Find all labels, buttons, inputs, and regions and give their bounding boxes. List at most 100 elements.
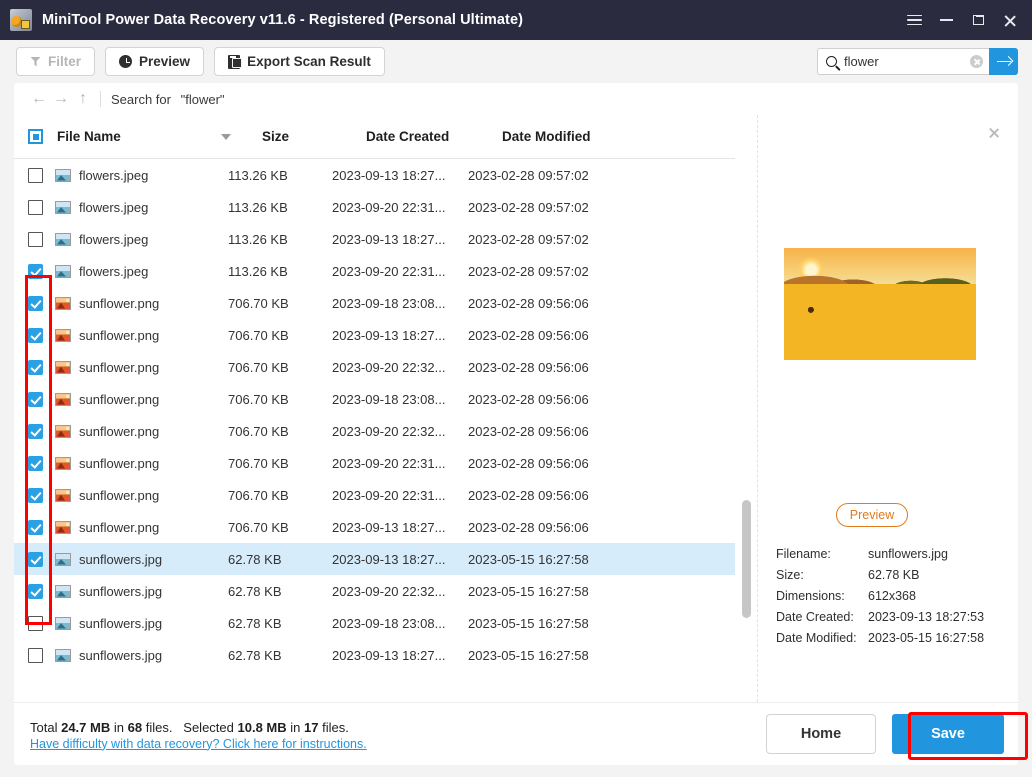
- cell-date-modified: 2023-02-28 09:56:06: [468, 423, 589, 439]
- table-row[interactable]: flowers.jpeg 113.26 KB 2023-09-20 22:31...…: [14, 191, 735, 223]
- file-list-scrollbar[interactable]: [742, 115, 751, 702]
- table-row[interactable]: sunflower.png 706.70 KB 2023-09-20 22:32..…: [14, 415, 735, 447]
- column-header-date-modified[interactable]: Date Modified: [502, 129, 662, 144]
- filter-button-label: Filter: [48, 54, 82, 69]
- filter-button[interactable]: Filter: [16, 47, 96, 76]
- file-type-icon: [55, 392, 71, 406]
- row-checkbox[interactable]: [28, 423, 43, 439]
- table-row[interactable]: sunflower.png 706.70 KB 2023-09-20 22:31..…: [14, 447, 735, 479]
- preview-field: Size: 62.78 KB: [776, 564, 984, 585]
- cell-date-modified: 2023-05-15 16:27:58: [468, 615, 589, 631]
- column-header-date-created[interactable]: Date Created: [366, 129, 502, 144]
- row-checkbox[interactable]: [28, 519, 43, 535]
- row-checkbox[interactable]: [28, 359, 43, 375]
- select-all-checkbox[interactable]: [28, 129, 43, 144]
- export-icon: [228, 54, 243, 69]
- row-checkbox[interactable]: [28, 295, 43, 311]
- preview-image: [784, 248, 976, 360]
- cell-date-created: 2023-09-13 18:27...: [332, 647, 446, 663]
- row-checkbox[interactable]: [28, 455, 43, 471]
- export-scan-result-button[interactable]: Export Scan Result: [214, 47, 385, 76]
- cell-date-modified: 2023-02-28 09:56:06: [468, 455, 589, 471]
- navigation-bar: ← → ↑ Search for "flower": [14, 83, 1018, 115]
- table-row[interactable]: sunflower.png 706.70 KB 2023-09-13 18:27..…: [14, 511, 735, 543]
- table-row[interactable]: sunflowers.jpg 62.78 KB 2023-09-20 22:32..…: [14, 575, 735, 607]
- table-row[interactable]: flowers.jpeg 113.26 KB 2023-09-13 18:27...…: [14, 223, 735, 255]
- cell-date-created: 2023-09-20 22:32...: [332, 423, 446, 439]
- cell-date-modified: 2023-02-28 09:57:02: [468, 231, 589, 247]
- table-row[interactable]: sunflowers.jpg 62.78 KB 2023-09-13 18:27..…: [14, 543, 735, 575]
- back-button[interactable]: ←: [28, 88, 50, 110]
- preview-button[interactable]: Preview: [105, 47, 205, 76]
- column-header-size[interactable]: Size: [262, 129, 366, 144]
- minitool-logo-icon: [10, 9, 32, 31]
- search-box[interactable]: [817, 48, 989, 75]
- file-type-icon: [55, 168, 71, 182]
- table-row[interactable]: sunflower.png 706.70 KB 2023-09-18 23:08..…: [14, 287, 735, 319]
- filter-icon: [30, 56, 41, 67]
- table-row[interactable]: sunflowers.jpg 62.78 KB 2023-09-13 18:27..…: [14, 639, 735, 671]
- main-content: File Name Size Date Created Date Modifie…: [14, 115, 1018, 702]
- preview-field-key: Dimensions:: [776, 588, 845, 603]
- cell-size: 113.26 KB: [228, 263, 288, 279]
- selected-count: 17: [304, 719, 319, 735]
- table-row[interactable]: flowers.jpeg 113.26 KB 2023-09-20 22:31...…: [14, 255, 735, 287]
- table-row[interactable]: flowers.jpeg 113.26 KB 2023-09-13 18:27...…: [14, 159, 735, 191]
- row-checkbox[interactable]: [28, 391, 43, 407]
- forward-button[interactable]: →: [50, 88, 72, 110]
- scrollbar-thumb[interactable]: [742, 500, 751, 618]
- up-button[interactable]: ↑: [72, 88, 94, 110]
- table-row[interactable]: sunflower.png 706.70 KB 2023-09-20 22:31..…: [14, 479, 735, 511]
- cell-date-created: 2023-09-13 18:27...: [332, 551, 446, 567]
- cell-size: 62.78 KB: [228, 583, 282, 599]
- restore-button[interactable]: [962, 5, 994, 35]
- table-row[interactable]: sunflower.png 706.70 KB 2023-09-18 23:08..…: [14, 383, 735, 415]
- cell-file-name: flowers.jpeg: [79, 263, 149, 279]
- menu-button[interactable]: [898, 5, 930, 35]
- footer-bar: Total 24.7 MB in 68 files. Selected 10.8…: [14, 702, 1018, 765]
- table-row[interactable]: sunflowers.jpg 62.78 KB 2023-09-18 23:08..…: [14, 607, 735, 639]
- row-checkbox[interactable]: [28, 615, 43, 631]
- cell-file-name: sunflowers.jpg: [79, 583, 163, 599]
- search-submit-button[interactable]: [989, 48, 1018, 75]
- preview-field-value: 2023-09-13 18:27:53: [868, 609, 985, 624]
- column-header-file-name[interactable]: File Name: [57, 129, 175, 144]
- cell-date-created: 2023-09-20 22:31...: [332, 455, 446, 471]
- total-size: 24.7 MB: [61, 719, 111, 735]
- sort-descending-icon[interactable]: [221, 133, 231, 140]
- close-preview-icon[interactable]: [986, 125, 1002, 141]
- home-button-label: Home: [800, 726, 842, 742]
- minimize-button[interactable]: [930, 5, 962, 35]
- row-checkbox[interactable]: [28, 583, 43, 599]
- row-checkbox[interactable]: [28, 551, 43, 567]
- row-checkbox[interactable]: [28, 327, 43, 343]
- close-button[interactable]: [994, 5, 1026, 35]
- cell-size: 706.70 KB: [228, 455, 289, 471]
- breadcrumb-prefix: Search for: [111, 91, 171, 107]
- table-row[interactable]: sunflower.png 706.70 KB 2023-09-20 22:32..…: [14, 351, 735, 383]
- table-row[interactable]: sunflower.png 706.70 KB 2023-09-13 18:27..…: [14, 319, 735, 351]
- total-files-word: files.: [145, 719, 173, 735]
- preview-image-button[interactable]: Preview: [836, 503, 908, 527]
- cell-file-name: sunflowers.jpg: [79, 615, 163, 631]
- preview-field-value: 2023-05-15 16:27:58: [868, 630, 985, 645]
- row-checkbox[interactable]: [28, 263, 43, 279]
- arrow-right-icon: [996, 60, 1011, 63]
- row-checkbox[interactable]: [28, 199, 43, 215]
- row-checkbox[interactable]: [28, 647, 43, 663]
- cell-date-modified: 2023-02-28 09:56:06: [468, 487, 589, 503]
- file-type-icon: [55, 488, 71, 502]
- file-type-icon: [55, 648, 71, 662]
- cell-date-modified: 2023-05-15 16:27:58: [468, 583, 589, 599]
- preview-metadata: Filename: sunflowers.jpg Size: 62.78 KB Dime…: [776, 543, 984, 648]
- help-link[interactable]: Have difficulty with data recovery? Clic…: [30, 737, 367, 751]
- row-checkbox[interactable]: [28, 167, 43, 183]
- clear-search-icon[interactable]: [970, 55, 983, 68]
- home-button[interactable]: Home: [766, 714, 876, 754]
- save-button[interactable]: Save: [892, 714, 1004, 754]
- search-input[interactable]: [844, 54, 966, 69]
- row-checkbox[interactable]: [28, 487, 43, 503]
- row-checkbox[interactable]: [28, 231, 43, 247]
- preview-field-value: sunflowers.jpg: [868, 546, 948, 561]
- cell-date-created: 2023-09-13 18:27...: [332, 167, 446, 183]
